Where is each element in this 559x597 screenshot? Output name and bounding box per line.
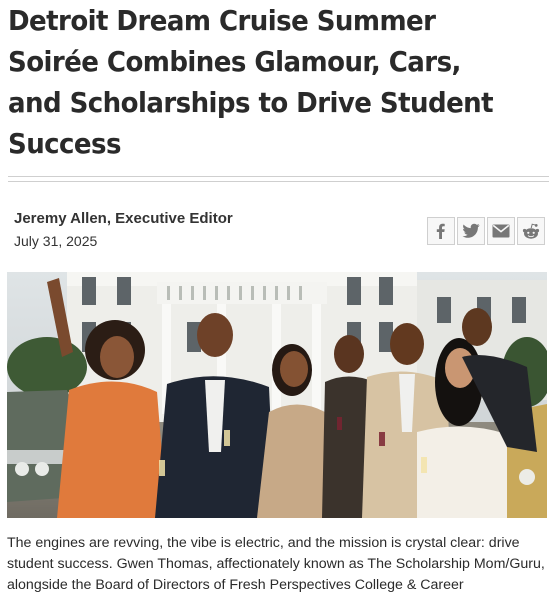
headline-divider-top xyxy=(8,176,549,177)
share-facebook-button[interactable] xyxy=(427,217,455,245)
reddit-icon xyxy=(522,223,540,239)
share-buttons xyxy=(427,217,545,245)
publish-date: July 31, 2025 xyxy=(14,233,98,249)
share-email-button[interactable] xyxy=(487,217,515,245)
party-guests-photo-illustration xyxy=(7,272,547,518)
facebook-icon xyxy=(436,223,445,239)
article-headline: Detroit Dream Cruise Summer Soirée Combi… xyxy=(8,4,494,160)
twitter-icon xyxy=(462,223,480,238)
hero-photo xyxy=(7,272,547,518)
share-reddit-button[interactable] xyxy=(517,217,545,245)
email-icon xyxy=(492,224,510,238)
headline-divider-bottom xyxy=(8,181,549,182)
share-twitter-button[interactable] xyxy=(457,217,485,245)
author-byline[interactable]: Jeremy Allen, Executive Editor xyxy=(14,210,233,227)
article-body-paragraph: The engines are revving, the vibe is ele… xyxy=(7,535,545,593)
